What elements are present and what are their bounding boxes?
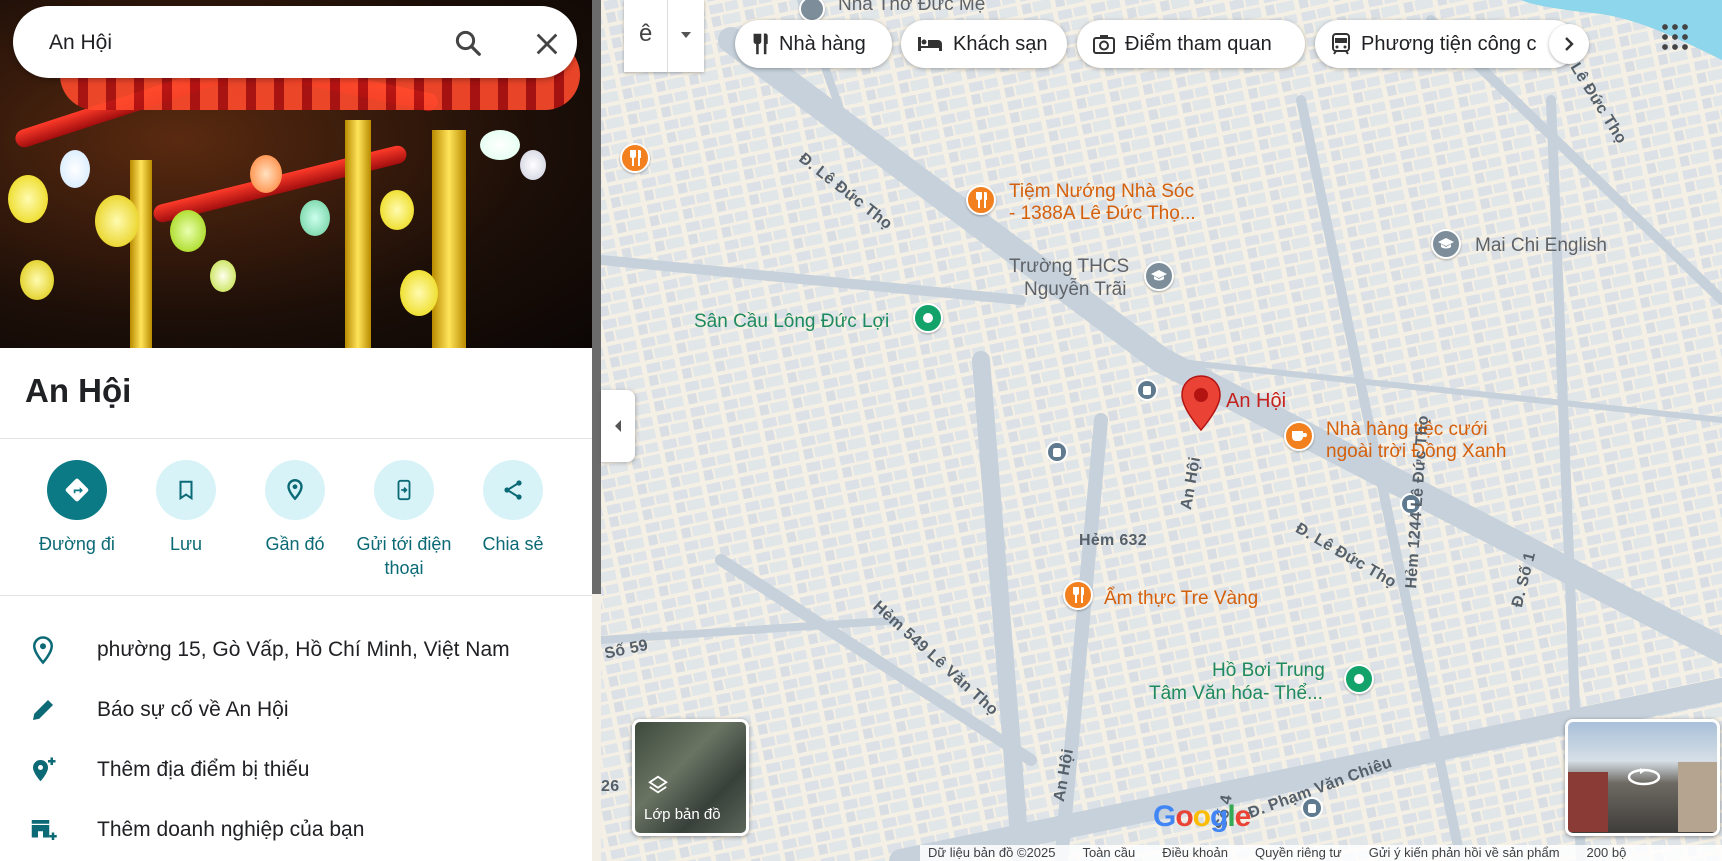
school-icon[interactable]: [1144, 261, 1174, 291]
apps-grid-icon[interactable]: [1660, 22, 1690, 52]
share-icon: [483, 460, 543, 520]
add-business-text: Thêm doanh nghiệp của bạn: [97, 818, 365, 841]
directions-icon: [47, 460, 107, 520]
save-button[interactable]: Lưu: [131, 460, 241, 556]
bus-stop-icon[interactable]: [1046, 441, 1068, 463]
input-tools-button[interactable]: ê: [624, 0, 704, 72]
divider: [0, 438, 592, 439]
add-business-icon: [31, 820, 57, 840]
location-marker-icon[interactable]: [1179, 374, 1223, 432]
chip-label: Điểm tham quan: [1125, 32, 1272, 55]
search-icon[interactable]: [453, 28, 483, 58]
bbq-restaurant-label-2[interactable]: - 1388A Lê Đức Thọ...: [1009, 203, 1196, 225]
restaurant-icon: [753, 33, 768, 55]
chevron-left-icon: [615, 420, 621, 432]
chips-next-button[interactable]: [1549, 24, 1589, 64]
map-data-attribution: Dữ liệu bản đồ ©2025: [928, 845, 1056, 860]
privacy-link[interactable]: Quyền riêng tư: [1255, 845, 1342, 861]
school-label[interactable]: Trường THCS: [1009, 256, 1129, 278]
transit-icon: [1332, 33, 1350, 55]
address-text: phường 15, Gò Vấp, Hồ Chí Minh, Việt Nam: [97, 638, 510, 661]
report-issue-row[interactable]: Báo sự cố về An Hội: [0, 682, 592, 738]
pool-label-2[interactable]: Tâm Văn hóa- Thể...: [1149, 683, 1323, 705]
restaurant-poi-icon[interactable]: [620, 143, 650, 173]
map-base: [601, 0, 1722, 861]
wedding-restaurant-label[interactable]: Nhà hàng tiệc cưới: [1326, 419, 1487, 441]
add-missing-place-text: Thêm địa điểm bị thiếu: [97, 758, 310, 781]
search-input[interactable]: An Hội: [49, 31, 112, 55]
bus-stop-icon[interactable]: [1136, 379, 1158, 401]
input-tool-glyph: ê: [639, 20, 653, 47]
tre-vang-label[interactable]: Ẩm thực Tre Vàng: [1104, 588, 1258, 610]
nearby-label: Gần đó: [265, 534, 325, 554]
layers-label: Lớp bản đồ: [644, 806, 721, 823]
phone-send-icon: [374, 460, 434, 520]
english-school-label[interactable]: Mai Chi English: [1475, 235, 1607, 257]
pencil-icon: [33, 700, 53, 720]
search-box[interactable]: An Hội: [13, 6, 577, 78]
road-label: 26: [601, 778, 620, 795]
panel-scrollbar[interactable]: [592, 0, 601, 594]
report-issue-text: Báo sự cố về An Hội: [97, 698, 289, 721]
school-label-2[interactable]: Nguyễn Trãi: [1024, 279, 1126, 301]
add-business-row[interactable]: Thêm doanh nghiệp của bạn: [0, 802, 592, 858]
map-footer: Dữ liệu bản đồ ©2025 Toàn cầu Điều khoản…: [920, 845, 1722, 861]
bookmark-icon: [156, 460, 216, 520]
marker-label[interactable]: An Hội: [1226, 390, 1286, 413]
chip-hotels[interactable]: Khách sạn: [901, 20, 1067, 68]
location-pin-icon: [32, 636, 54, 665]
nearby-icon: [265, 460, 325, 520]
place-panel: An Hội An Hội Đường đi Lưu Gần đó Gửi tớ…: [0, 0, 592, 861]
badminton-court-icon[interactable]: [913, 303, 943, 333]
chip-restaurants[interactable]: Nhà hàng: [735, 20, 892, 68]
chevron-right-icon: [1565, 37, 1574, 51]
map-layers-button[interactable]: Lớp bản đồ: [632, 719, 749, 836]
hotel-icon: [918, 37, 942, 51]
layers-icon: [648, 775, 668, 794]
share-button[interactable]: Chia sẻ: [458, 460, 568, 556]
send-to-phone-button[interactable]: Gửi tới điện thoại: [349, 460, 459, 580]
chip-attractions[interactable]: Điểm tham quan: [1077, 20, 1305, 68]
bbq-restaurant-icon[interactable]: [966, 185, 996, 215]
chip-label: Khách sạn: [953, 32, 1048, 55]
global-link[interactable]: Toàn cầu: [1082, 845, 1135, 861]
directions-label: Đường đi: [39, 534, 115, 554]
divider: [0, 595, 592, 596]
map-canvas[interactable]: Nhà Thờ Đức Mẹ Tiệm Nướng Nhà Sóc - 1388…: [601, 0, 1722, 861]
caret-down-icon: [681, 32, 691, 38]
chip-label: Nhà hàng: [779, 32, 866, 55]
place-title: An Hội: [25, 372, 132, 409]
send-to-phone-label: Gửi tới điện thoại: [356, 534, 452, 578]
google-logo: Google: [1153, 800, 1251, 833]
pool-label[interactable]: Hồ Bơi Trung: [1212, 660, 1325, 682]
chip-transit[interactable]: Phương tiện công c: [1315, 20, 1577, 68]
pool-icon[interactable]: [1344, 664, 1374, 694]
terms-link[interactable]: Điều khoản: [1162, 845, 1228, 861]
wedding-restaurant-icon[interactable]: [1284, 421, 1314, 451]
road-label: Hẻm 632: [1079, 532, 1147, 549]
add-missing-place-row[interactable]: Thêm địa điểm bị thiếu: [0, 742, 592, 798]
address-row[interactable]: phường 15, Gò Vấp, Hồ Chí Minh, Việt Nam: [0, 622, 592, 678]
badminton-court-label[interactable]: Sân Cầu Lông Đức Lợi: [694, 311, 889, 333]
bbq-restaurant-label[interactable]: Tiệm Nướng Nhà Sóc: [1009, 181, 1194, 203]
feedback-link[interactable]: Gửi ý kiến phản hồi về sản phẩm: [1369, 845, 1560, 861]
directions-button[interactable]: Đường đi: [22, 460, 132, 556]
rotate-360-icon: [1627, 768, 1661, 786]
english-school-icon[interactable]: [1431, 229, 1461, 259]
chip-label: Phương tiện công c: [1361, 32, 1537, 55]
add-location-icon: [33, 757, 56, 782]
close-icon[interactable]: [533, 30, 561, 58]
church-label[interactable]: Nhà Thờ Đức Mẹ: [838, 0, 985, 16]
tre-vang-restaurant-icon[interactable]: [1063, 580, 1093, 610]
nearby-button[interactable]: Gần đó: [240, 460, 350, 556]
collapse-panel-button[interactable]: [601, 390, 635, 462]
share-label: Chia sẻ: [482, 534, 544, 554]
save-label: Lưu: [169, 534, 203, 554]
scale-label[interactable]: 200 bộ: [1587, 845, 1627, 861]
camera-icon: [1093, 35, 1115, 54]
street-view-thumbnail[interactable]: [1565, 719, 1720, 836]
